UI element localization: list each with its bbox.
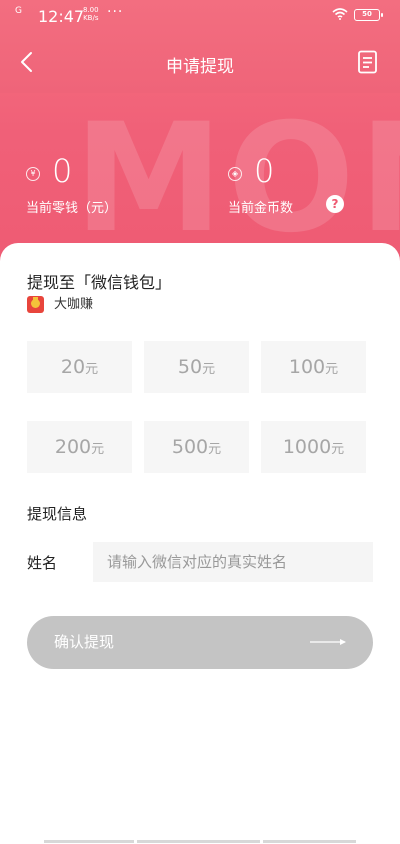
coin-icon: ◈ <box>228 167 242 181</box>
yuan-coin-icon: ¥ <box>26 167 40 181</box>
amount-unit: 元 <box>91 442 105 457</box>
medal-app-icon <box>27 296 44 313</box>
amount-option[interactable]: 20元 <box>27 341 132 393</box>
cash-balance-value: 0 <box>52 152 73 190</box>
amount-value: 500 <box>171 436 209 458</box>
confirm-withdraw-button[interactable]: 确认提现 <box>27 616 373 669</box>
amount-value: 50 <box>177 356 203 378</box>
amount-option[interactable]: 200元 <box>27 421 132 473</box>
amount-value: 100 <box>288 356 326 378</box>
network-speed: 8.00 KB/s <box>83 6 99 22</box>
name-label: 姓名 <box>27 554 58 572</box>
status-bar: G 12:47 8.00 KB/s ··· 50 <box>0 0 400 32</box>
amount-option[interactable]: 50元 <box>144 341 249 393</box>
nav-bar: 申请提现 <box>0 38 400 88</box>
status-time: 12:47 <box>38 7 85 26</box>
amount-unit: 元 <box>325 362 339 377</box>
withdraw-destination: 提现至「微信钱包」 <box>27 273 172 292</box>
cash-balance-label: 当前零钱（元） <box>26 201 118 216</box>
amount-unit: 元 <box>331 442 345 457</box>
amount-unit: 元 <box>202 362 216 377</box>
more-notifications-icon: ··· <box>107 4 124 20</box>
wifi-icon <box>332 8 348 20</box>
amount-unit: 元 <box>208 442 222 457</box>
coin-balance-label: 当前金币数 <box>228 201 294 216</box>
withdraw-card: 提现至「微信钱包」 大咖赚 20元 50元 100元 200元 500元 100… <box>0 243 400 844</box>
network-speed-unit: KB/s <box>83 14 99 22</box>
info-section-title: 提现信息 <box>27 505 88 523</box>
amount-value: 200 <box>54 436 92 458</box>
network-speed-value: 8.00 <box>83 6 99 14</box>
page-title: 申请提现 <box>166 57 234 77</box>
signal-indicator: G <box>15 6 22 16</box>
amount-value: 1000 <box>282 436 332 458</box>
amount-unit: 元 <box>85 362 99 377</box>
battery-icon: 50 <box>354 9 383 21</box>
withdraw-record-icon[interactable] <box>357 50 379 74</box>
long-arrow-right-icon <box>310 639 346 645</box>
bottom-divider <box>44 840 356 844</box>
app-name: 大咖赚 <box>54 297 94 312</box>
amount-value: 20 <box>60 356 86 378</box>
amount-option[interactable]: 1000元 <box>261 421 366 473</box>
help-icon[interactable]: ? <box>326 195 344 213</box>
coin-balance-value: 0 <box>254 152 275 190</box>
amount-option[interactable]: 100元 <box>261 341 366 393</box>
battery-level: 50 <box>362 10 372 18</box>
real-name-input[interactable] <box>93 542 373 582</box>
amount-option[interactable]: 500元 <box>144 421 249 473</box>
confirm-withdraw-label: 确认提现 <box>54 633 115 651</box>
